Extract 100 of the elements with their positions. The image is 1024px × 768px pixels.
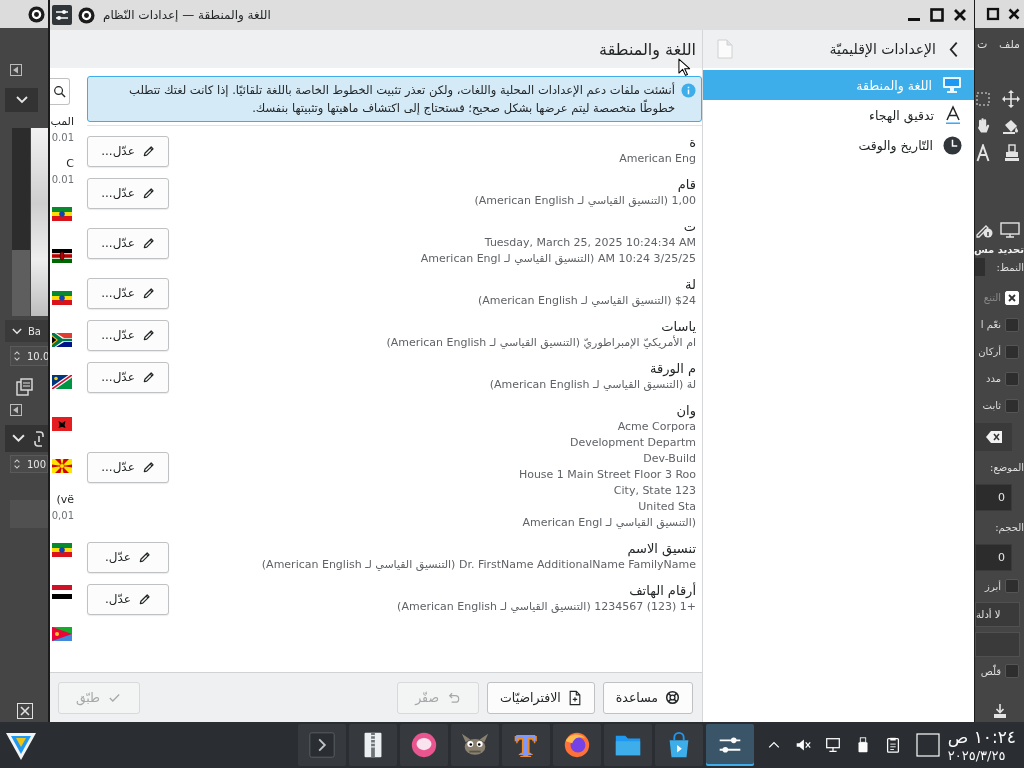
setting-value: ام الأمريكيّ الإمبراطوريّ (التنسيق القياسي لـ American English) — [386, 335, 696, 351]
flag-icon — [52, 417, 72, 431]
edit-button[interactable]: عدّل... — [87, 177, 169, 209]
checkbox[interactable] — [1005, 344, 1019, 359]
ring-icon[interactable] — [78, 6, 95, 24]
setting-label: أرقام الهاتف — [629, 583, 696, 599]
checkbox[interactable] — [1005, 317, 1019, 332]
clock-date[interactable]: ٢٠٢٥/٣/٢٥ — [947, 746, 1006, 764]
search-field[interactable] — [50, 78, 70, 105]
pencil-icon — [138, 592, 151, 606]
stamp-icon[interactable] — [1004, 143, 1020, 162]
setting-label: ياسات — [661, 319, 696, 335]
mode-dropdown[interactable] — [5, 425, 48, 452]
checkbox[interactable] — [1005, 398, 1019, 413]
maximize-button[interactable] — [927, 5, 947, 25]
documents-icon[interactable] — [15, 378, 33, 396]
menu-item[interactable]: ملف — [999, 37, 1020, 51]
pencil-icon — [141, 236, 155, 250]
size-field[interactable]: 0 — [975, 544, 1012, 571]
menu-item[interactable]: ت — [977, 37, 988, 51]
setting-value: +1 (123) 1234567 (التنسيق القياسي لـ American English) — [397, 599, 696, 615]
checkbox[interactable] — [1005, 664, 1019, 678]
mouse-pointer-icon — [678, 58, 691, 77]
guides-dropdown[interactable]: لا أدلة — [975, 602, 1020, 627]
document-icon — [717, 39, 733, 59]
scrollbar-thumb[interactable] — [12, 250, 30, 316]
setting-value: Dr. FirstName AdditionalName FamilyName (التنسيق القياسي لـ American English) — [261, 557, 696, 573]
pencil-icon — [141, 370, 155, 384]
clock-icon — [943, 135, 962, 155]
setting-value: (التنسيق القياسي لـ American Engl — [522, 515, 696, 531]
opacity-spinbox[interactable]: 100 — [10, 455, 48, 473]
dropdown-button[interactable] — [5, 88, 38, 112]
taskbar-button[interactable] — [654, 724, 703, 766]
language-name: vë) — [56, 492, 74, 508]
download-icon[interactable] — [992, 703, 1008, 719]
taskbar-button[interactable] — [348, 724, 397, 766]
pencil-icon — [141, 186, 155, 200]
dashed-rectangle-icon[interactable] — [976, 90, 990, 107]
sidebar-item[interactable]: التّاريخ والوقت — [703, 130, 974, 160]
page-title: اللغة والمنطقة — [599, 39, 696, 59]
hand-icon[interactable] — [976, 116, 990, 135]
footer-button[interactable]: مساعدة — [602, 681, 693, 714]
monitor-icon — [942, 76, 962, 94]
flag-icon — [52, 249, 72, 263]
chevron-down-icon — [12, 434, 25, 443]
close-box-icon[interactable] — [17, 703, 33, 719]
mode-label: النمط: — [996, 261, 1024, 273]
edit-button[interactable]: عدّل... — [87, 277, 169, 309]
spin-arrows-icon — [13, 457, 21, 471]
taskbar-button[interactable] — [450, 724, 499, 766]
ring-icon[interactable] — [28, 5, 45, 23]
sidebar-item[interactable]: تدقيق الهجاء — [703, 100, 974, 130]
clock-time[interactable]: ١٠:٢٤ ص — [947, 726, 1016, 747]
setting-label: م الورقة — [650, 361, 696, 377]
clear-button[interactable] — [975, 423, 1012, 451]
sliders-icon[interactable] — [52, 5, 72, 25]
letter-a-icon[interactable] — [976, 143, 990, 162]
edit-button[interactable]: عدّل... — [87, 451, 169, 483]
document-icon — [567, 689, 582, 706]
footer-button[interactable]: الافتراضيّات — [487, 681, 595, 714]
move-icon[interactable] — [1002, 89, 1020, 108]
undo-icon — [446, 690, 461, 705]
checkbox[interactable] — [1005, 579, 1019, 593]
setting-label: تنسيق الاسم — [627, 541, 696, 557]
info-icon — [681, 83, 696, 98]
setting-value: House 1 Main Street Floor 3 Roo — [518, 467, 696, 483]
taskbar-button[interactable] — [705, 724, 754, 766]
monitor-icon[interactable] — [823, 736, 842, 754]
monitor-icon[interactable] — [1000, 222, 1020, 238]
edit-button[interactable]: عدّل. — [87, 583, 169, 615]
flag-icon — [52, 291, 72, 305]
edit-button[interactable]: عدّل... — [87, 227, 169, 259]
number-sample: 0.01 — [51, 131, 74, 145]
taskbar-button[interactable]: T — [501, 724, 550, 766]
size-label: الحجم: — [994, 521, 1024, 536]
brush-dropdown[interactable]: Ba — [5, 320, 48, 342]
setting-label: قام — [677, 177, 696, 193]
setting-label: ت — [683, 219, 696, 235]
taskbar-button[interactable] — [552, 724, 601, 766]
taskbar-button[interactable] — [603, 724, 652, 766]
panel-title: تحديد مس — [975, 243, 1024, 258]
position-field[interactable]: 0 — [975, 484, 1012, 511]
edit-button[interactable]: عدّل... — [87, 361, 169, 393]
search-icon — [53, 85, 66, 98]
input-field[interactable] — [10, 500, 48, 528]
input-field[interactable] — [975, 632, 1020, 657]
show-desktop-button[interactable] — [915, 733, 940, 757]
pencil-icon — [141, 328, 155, 342]
checkbox[interactable] — [1005, 371, 1019, 386]
setting-value: Development Departm — [569, 435, 696, 451]
terminal-icon — [306, 730, 337, 760]
lifebuoy-icon — [665, 690, 680, 705]
taskbar-button[interactable] — [399, 724, 448, 766]
language-name: C — [66, 156, 74, 172]
edit-button[interactable]: عدّل... — [87, 135, 169, 167]
option-label: أركان — [978, 346, 1001, 357]
edit-button[interactable]: عدّل... — [87, 319, 169, 351]
info-message: أنشئت ملفات دعم الإعدادات المحلية واللغات، ولكن تعذر تثبيت الخطوط الخاصة باللغة تلقائيًا. إذا كانت لغتك تتطلب خطوطًا متخصصة ليتم عرضها بشكل صحيح؛ فستحتاج إلى اكتشاف ماهيتها وتثبيتها بنفسك. — [128, 81, 675, 117]
edit-button[interactable]: عدّل. — [87, 541, 169, 573]
window-title: اللغة والمنطقة — إعدادات النّظام — [103, 8, 271, 22]
